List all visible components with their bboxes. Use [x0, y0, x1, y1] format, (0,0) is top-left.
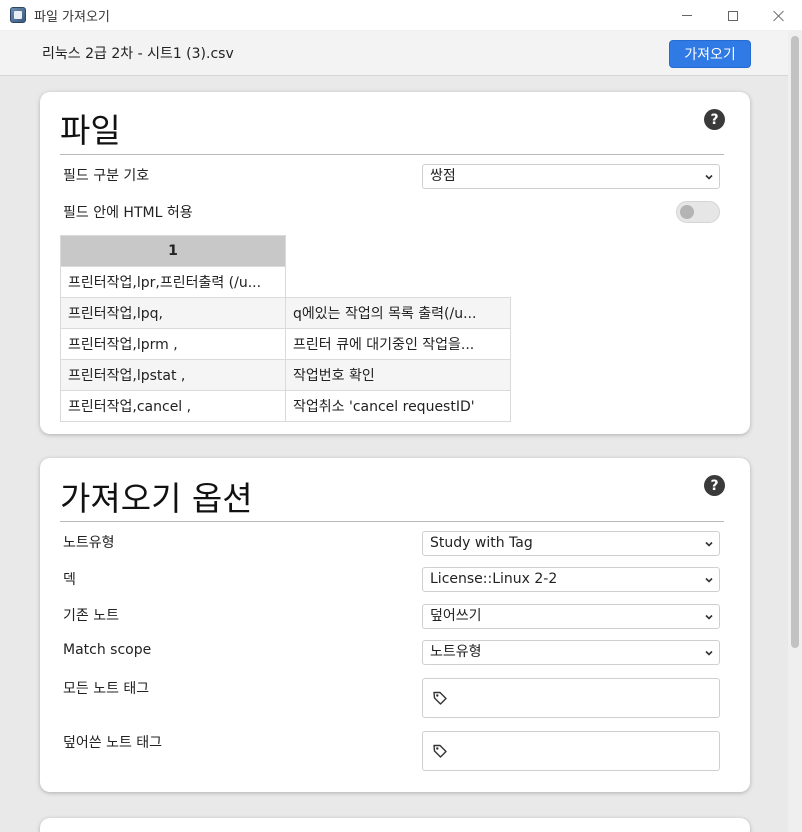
- next-section-partial: [40, 818, 750, 832]
- delimiter-select[interactable]: 쌍점: [422, 164, 720, 189]
- preview-column-header: 1: [60, 235, 286, 267]
- preview-header-row: 1: [60, 235, 511, 267]
- chevron-down-icon: [705, 614, 713, 620]
- chevron-down-icon: [705, 577, 713, 583]
- table-cell: 프린터작업,lprm ,: [60, 328, 286, 360]
- table-cell: 프린터작업,lpr,프린터출력 (/u...: [60, 266, 286, 298]
- app-icon: [10, 7, 26, 23]
- match-scope-label: Match scope: [63, 642, 152, 658]
- tag-icon: [433, 691, 447, 705]
- table-cell: 프린터작업,lpq,: [60, 297, 286, 329]
- table-cell: 작업번호 확인: [285, 359, 511, 391]
- import-options-section: 가져오기 옵션 ? 노트유형 Study with Tag 덱 License:…: [40, 458, 750, 792]
- table-row: 프린터작업,lprm , 프린터 큐에 대기중인 작업을...: [60, 328, 511, 360]
- table-cell: 프린터작업,cancel ,: [60, 390, 286, 422]
- file-section: 파일 ? 필드 구분 기호 쌍점 필드 안에 HTML 허용 1 프린터작업,l…: [40, 92, 750, 434]
- maximize-icon: [728, 10, 738, 21]
- notetype-label: 노트유형: [63, 535, 115, 551]
- delimiter-value: 쌍점: [430, 168, 456, 184]
- maximize-button[interactable]: [710, 0, 756, 31]
- table-row: 프린터작업,cancel , 작업취소 'cancel requestID': [60, 390, 511, 422]
- chevron-down-icon: [705, 650, 713, 656]
- table-row: 프린터작업,lpstat , 작업번호 확인: [60, 359, 511, 391]
- toggle-knob: [680, 205, 694, 219]
- file-name: 리눅스 2급 2차 - 시트1 (3).csv: [42, 46, 234, 62]
- import-options-title: 가져오기 옵션: [60, 479, 253, 518]
- help-circle-icon[interactable]: ?: [704, 109, 725, 130]
- updated-notes-tags-input[interactable]: [422, 731, 720, 771]
- table-cell: 프린터 큐에 대기중인 작업을...: [285, 328, 511, 360]
- preview-table: 1 프린터작업,lpr,프린터출력 (/u... 프린터작업,lpq, q에있는…: [60, 235, 511, 422]
- all-notes-tags-label: 모든 노트 태그: [63, 681, 150, 697]
- deck-label: 덱: [63, 572, 76, 588]
- deck-select[interactable]: License::Linux 2-2: [422, 567, 720, 592]
- window-title: 파일 가져오기: [34, 10, 110, 25]
- divider: [60, 521, 724, 522]
- updated-notes-tags-label: 덮어쓴 노트 태그: [63, 735, 163, 751]
- notetype-value: Study with Tag: [430, 535, 533, 551]
- all-notes-tags-input[interactable]: [422, 678, 720, 718]
- table-cell: 프린터작업,lpstat ,: [60, 359, 286, 391]
- import-button[interactable]: 가져오기: [669, 40, 751, 68]
- close-button[interactable]: [756, 0, 802, 31]
- table-cell: q에있는 작업의 목록 출력(/u...: [285, 297, 511, 329]
- help-circle-icon[interactable]: ?: [704, 475, 725, 496]
- delimiter-label: 필드 구분 기호: [63, 168, 150, 184]
- file-section-title: 파일: [60, 111, 121, 150]
- minimize-icon: [682, 15, 692, 16]
- table-cell: 작업취소 'cancel requestID': [285, 390, 511, 422]
- match-scope-value: 노트유형: [430, 644, 482, 660]
- table-row: 프린터작업,lpq, q에있는 작업의 목록 출력(/u...: [60, 297, 511, 329]
- preview-column-header-empty: [285, 235, 511, 267]
- match-scope-select[interactable]: 노트유형: [422, 640, 720, 665]
- notetype-select[interactable]: Study with Tag: [422, 531, 720, 556]
- scrollbar-thumb[interactable]: [791, 36, 799, 648]
- divider: [60, 154, 724, 155]
- chevron-down-icon: [705, 541, 713, 547]
- window-titlebar: 파일 가져오기: [0, 0, 802, 31]
- import-header: 리눅스 2급 2차 - 시트1 (3).csv 가져오기: [0, 31, 788, 76]
- tag-icon: [433, 744, 447, 758]
- html-in-fields-toggle[interactable]: [676, 201, 720, 223]
- chevron-down-icon: [705, 174, 713, 180]
- table-row: 프린터작업,lpr,프린터출력 (/u...: [60, 266, 511, 298]
- table-cell-empty: [286, 267, 511, 298]
- html-in-fields-label: 필드 안에 HTML 허용: [63, 205, 193, 221]
- minimize-button[interactable]: [664, 0, 710, 31]
- close-icon: [773, 10, 785, 22]
- existing-notes-label: 기존 노트: [63, 608, 119, 624]
- existing-notes-value: 덮어쓰기: [430, 608, 482, 624]
- existing-notes-select[interactable]: 덮어쓰기: [422, 604, 720, 629]
- deck-value: License::Linux 2-2: [430, 571, 558, 587]
